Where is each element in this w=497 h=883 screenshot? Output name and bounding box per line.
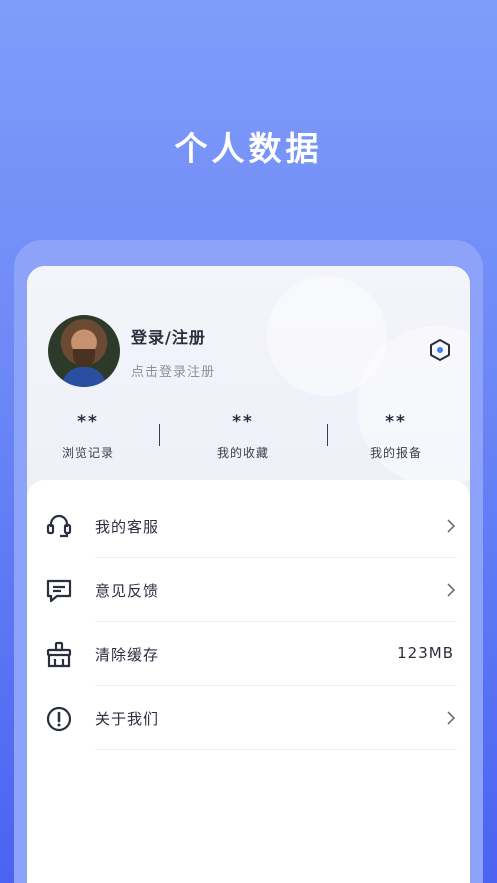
profile-header: 登录/注册 点击登录注册 ** 浏览记录 ** 我的收藏 ** 我的报备 [27,266,470,496]
chevron-right-icon [447,583,456,597]
menu-item-label: 我的客服 [95,518,160,536]
stat-label: 我的收藏 [216,446,269,460]
menu-divider [95,749,457,750]
menu-item-clear-cache[interactable]: 清除缓存 123MB [27,622,470,686]
menu-item-customer-service[interactable]: 我的客服 [27,494,470,558]
chevron-right-icon [447,519,456,533]
broom-icon [46,641,72,668]
stat-value: ** [232,412,254,432]
settings-hexagon-icon[interactable] [428,338,452,362]
stat-divider [327,424,328,446]
stat-value: ** [77,412,99,432]
menu-item-label: 关于我们 [95,710,160,728]
page-title: 个人数据 [174,129,323,168]
stat-browse-history[interactable]: ** 浏览记录 [38,412,138,461]
avatar[interactable] [48,315,120,387]
menu-item-label: 清除缓存 [95,646,160,664]
menu-item-about-us[interactable]: 关于我们 [27,686,470,750]
chevron-right-icon [447,711,456,725]
info-exclamation-icon [46,706,72,732]
message-icon [46,579,72,603]
profile-card: 登录/注册 点击登录注册 ** 浏览记录 ** 我的收藏 ** 我的报备 我的客… [27,266,470,883]
stat-favorites[interactable]: ** 我的收藏 [193,412,293,461]
menu-item-feedback[interactable]: 意见反馈 [27,558,470,622]
login-register-link[interactable]: 登录/注册 [131,324,206,348]
login-hint[interactable]: 点击登录注册 [131,361,215,380]
stat-label: 我的报备 [369,446,422,460]
headset-icon [46,514,72,538]
menu-list: 我的客服 意见反馈 清除缓存 123MB 关于我们 [27,480,470,883]
stat-divider [159,424,160,446]
stat-reports[interactable]: ** 我的报备 [346,412,446,461]
menu-item-label: 意见反馈 [95,582,160,600]
cache-size-value: 123MB [397,644,454,662]
stat-label: 浏览记录 [61,446,114,460]
stat-value: ** [385,412,407,432]
